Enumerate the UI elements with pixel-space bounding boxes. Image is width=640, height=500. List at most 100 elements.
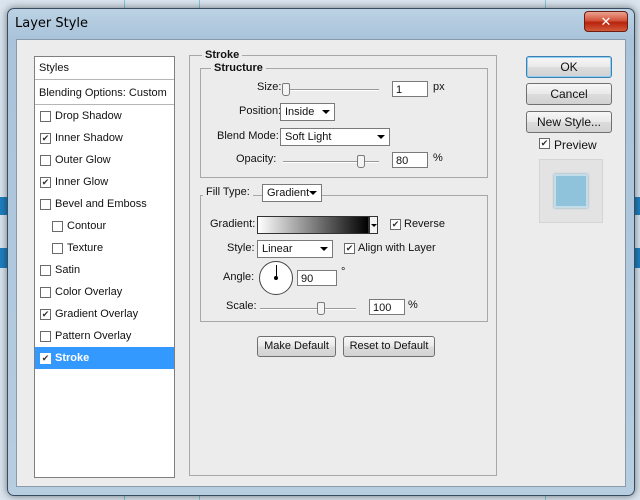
size-label: Size:	[257, 81, 282, 93]
preview-label: Preview	[554, 138, 597, 152]
chevron-down-icon	[322, 110, 330, 114]
size-slider-thumb[interactable]	[282, 83, 290, 96]
size-slider[interactable]	[282, 83, 379, 96]
angle-center	[274, 276, 278, 280]
scale-slider-thumb[interactable]	[317, 302, 325, 315]
style-label: Style:	[227, 242, 255, 254]
structure-title: Structure	[211, 62, 266, 74]
dialog-body: Styles Blending Options: Custom Drop Sha…	[16, 39, 626, 487]
size-unit: px	[433, 81, 445, 93]
style-item-label: Inner Glow	[55, 176, 109, 188]
style-checkbox[interactable]	[40, 287, 51, 298]
style-item-pattern-overlay[interactable]: Pattern Overlay	[35, 325, 174, 347]
style-checkbox[interactable]	[40, 265, 51, 276]
style-checkbox[interactable]: ✔	[40, 177, 51, 188]
reverse-checkbox[interactable]: ✔	[390, 219, 401, 230]
style-checkbox[interactable]	[40, 199, 51, 210]
blending-options-item[interactable]: Blending Options: Custom	[35, 82, 174, 105]
opacity-label: Opacity:	[236, 153, 277, 165]
angle-unit: °	[341, 266, 346, 278]
style-item-label: Color Overlay	[55, 286, 123, 298]
gradient-swatch[interactable]	[257, 216, 369, 234]
style-item-texture[interactable]: Texture	[35, 237, 174, 259]
chevron-down-icon	[309, 191, 317, 195]
chevron-down-icon	[371, 224, 377, 227]
angle-label: Angle:	[223, 271, 255, 283]
style-item-inner-glow[interactable]: ✔ Inner Glow	[35, 171, 174, 193]
fill-type-select[interactable]: Gradient	[262, 184, 322, 202]
stroke-panel: Stroke Structure Size: 1 px Position: In…	[189, 49, 497, 476]
position-value: Inside	[285, 106, 315, 118]
style-item-label: Gradient Overlay	[55, 308, 139, 320]
scale-slider[interactable]	[260, 302, 356, 315]
align-with-layer-checkbox[interactable]: ✔	[344, 243, 355, 254]
style-item-satin[interactable]: Satin	[35, 259, 174, 281]
style-item-label: Outer Glow	[55, 154, 111, 166]
style-preview	[539, 159, 603, 223]
opacity-slider-thumb[interactable]	[357, 155, 365, 168]
style-item-label: Satin	[55, 264, 81, 276]
style-item-label: Texture	[67, 242, 104, 254]
opacity-unit: %	[433, 152, 443, 164]
blend-mode-select[interactable]: Soft Light	[280, 128, 390, 146]
style-item-label: Pattern Overlay	[55, 330, 132, 342]
style-item-label: Inner Shadow	[55, 132, 123, 144]
style-item-stroke[interactable]: ✔ Stroke	[35, 347, 174, 369]
size-input[interactable]: 1	[392, 81, 428, 97]
style-checkbox[interactable]	[52, 243, 63, 254]
opacity-input[interactable]: 80	[392, 152, 428, 168]
style-checkbox[interactable]	[40, 111, 51, 122]
opacity-slider[interactable]	[283, 155, 379, 168]
gradient-style-select[interactable]: Linear	[257, 240, 333, 258]
angle-input[interactable]: 90	[297, 270, 337, 286]
style-item-label: Stroke	[55, 352, 90, 364]
dialog-title: Layer Style	[15, 16, 89, 31]
ok-button[interactable]: OK	[526, 56, 612, 78]
align-with-layer-label: Align with Layer	[358, 242, 436, 254]
make-default-button[interactable]: Make Default	[257, 336, 336, 357]
cancel-button[interactable]: Cancel	[526, 83, 612, 105]
style-checkbox[interactable]	[40, 331, 51, 342]
style-item-outer-glow[interactable]: Outer Glow	[35, 149, 174, 171]
reset-to-default-button[interactable]: Reset to Default	[343, 336, 435, 357]
blend-mode-value: Soft Light	[285, 131, 332, 143]
reverse-label: Reverse	[404, 218, 445, 230]
position-label: Position:	[239, 105, 282, 117]
style-item-gradient-overlay[interactable]: ✔ Gradient Overlay	[35, 303, 174, 325]
blend-mode-label: Blend Mode:	[217, 130, 279, 142]
style-checkbox[interactable]	[52, 221, 63, 232]
gradient-style-value: Linear	[262, 243, 293, 255]
fill-type-label: Fill Type:	[203, 186, 253, 198]
structure-group: Structure Size: 1 px Position: Inside Bl…	[200, 62, 488, 178]
style-item-label: Bevel and Emboss	[55, 198, 147, 210]
style-item-bevel-and-emboss[interactable]: Bevel and Emboss	[35, 193, 174, 215]
title-bar[interactable]: Layer Style ✕	[8, 9, 634, 37]
style-checkbox[interactable]: ✔	[40, 133, 51, 144]
chevron-down-icon	[320, 247, 328, 251]
chevron-down-icon	[377, 135, 385, 139]
style-checkbox[interactable]: ✔	[40, 353, 51, 364]
style-checkbox[interactable]: ✔	[40, 309, 51, 320]
style-item-inner-shadow[interactable]: ✔ Inner Shadow	[35, 127, 174, 149]
style-item-drop-shadow[interactable]: Drop Shadow	[35, 105, 174, 127]
scale-input[interactable]: 100	[369, 299, 405, 315]
style-item-contour[interactable]: Contour	[35, 215, 174, 237]
close-icon: ✕	[600, 14, 612, 29]
style-item-color-overlay[interactable]: Color Overlay	[35, 281, 174, 303]
style-item-label: Drop Shadow	[55, 110, 122, 122]
close-button[interactable]: ✕	[584, 11, 628, 32]
angle-dial[interactable]	[259, 261, 293, 295]
preview-checkbox[interactable]: ✔	[539, 138, 550, 149]
scale-unit: %	[408, 299, 418, 311]
style-item-label: Contour	[67, 220, 107, 232]
position-select[interactable]: Inside	[280, 103, 335, 121]
styles-header[interactable]: Styles	[35, 57, 174, 80]
style-checkbox[interactable]	[40, 155, 51, 166]
scale-label: Scale:	[226, 300, 257, 312]
new-style-button[interactable]: New Style...	[526, 111, 612, 133]
styles-list: Styles Blending Options: Custom Drop Sha…	[34, 56, 175, 478]
fill-group: Fill Type: Gradient Gradient: ✔ Reverse …	[200, 184, 488, 322]
layer-style-dialog: Layer Style ✕ Styles Blending Options: C…	[7, 8, 635, 496]
gradient-label: Gradient:	[210, 218, 256, 230]
gradient-picker-button[interactable]	[369, 216, 378, 234]
